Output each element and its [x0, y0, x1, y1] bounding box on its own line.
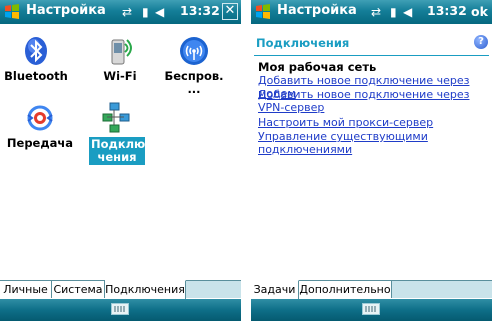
tab-connections[interactable]: Подключения: [105, 280, 186, 299]
clock[interactable]: 13:32: [180, 3, 220, 18]
window-title: Настройка: [26, 3, 106, 18]
help-icon[interactable]: ?: [474, 35, 488, 49]
clock[interactable]: 13:32: [427, 3, 467, 18]
icon-label-selected: Подклю- чения: [89, 137, 150, 165]
page-header: Подключения ?: [251, 30, 492, 54]
connectivity-icon[interactable]: ⇄: [371, 3, 381, 21]
wireless-item[interactable]: Беспров. ...: [159, 34, 229, 96]
tab-advanced[interactable]: Дополнительно: [299, 281, 392, 298]
windows-start-icon[interactable]: [254, 3, 273, 21]
wireless-icon: [180, 37, 208, 65]
add-vpn-connection-link[interactable]: Добавить новое подключение через VPN-сер…: [258, 88, 488, 114]
volume-icon[interactable]: ◀: [155, 3, 164, 21]
icon-label: Wi-Fi: [103, 69, 137, 83]
volume-icon[interactable]: ◀: [403, 3, 412, 21]
tab-personal[interactable]: Личные: [0, 281, 52, 298]
icon-label: Беспров. ...: [164, 69, 224, 96]
connections-screen: Настройка ⇄ ▮ ◀ 13:32 ok Подключения ? М…: [251, 0, 492, 321]
wifi-icon: [111, 39, 132, 65]
title-bar: Настройка ⇄ ▮ ◀ 13:32 ok: [251, 0, 492, 24]
menu-bar: [0, 299, 241, 321]
manage-connections-link[interactable]: Управление существующими подключениями: [258, 130, 488, 156]
tab-bar-filler: [186, 281, 241, 298]
tab-bar-filler: [392, 281, 492, 298]
icon-label: Bluetooth: [4, 69, 68, 83]
connectivity-icon[interactable]: ⇄: [122, 3, 132, 21]
header-divider: [254, 55, 489, 56]
connections-item[interactable]: Подклю- чения: [82, 101, 152, 165]
connections-icon: [102, 102, 130, 133]
setup-proxy-link[interactable]: Настроить мой прокси-сервер: [258, 116, 488, 129]
signal-strength-icon[interactable]: ▮: [142, 3, 149, 21]
menu-bar: [251, 299, 492, 321]
page-title: Подключения: [256, 36, 350, 50]
beam-item[interactable]: Передача: [5, 101, 75, 150]
close-button[interactable]: ✕: [222, 3, 238, 20]
wifi-item[interactable]: Wi-Fi: [85, 34, 155, 83]
bluetooth-item[interactable]: Bluetooth: [1, 34, 71, 83]
signal-strength-icon[interactable]: ▮: [390, 3, 397, 21]
network-heading: Моя рабочая сеть: [258, 60, 377, 74]
tab-bar: Задачи Дополнительно: [251, 280, 492, 299]
tab-tasks[interactable]: Задачи: [251, 280, 299, 299]
window-title: Настройка: [277, 3, 357, 18]
ok-button[interactable]: ok: [471, 3, 491, 21]
icon-label: Передача: [6, 136, 74, 150]
beam-icon: [27, 105, 53, 131]
windows-start-icon[interactable]: [3, 3, 22, 21]
settings-screen: Настройка ⇄ ▮ ◀ 13:32 ✕ Bluetooth Wi-Fi: [0, 0, 241, 321]
keyboard-icon[interactable]: [362, 303, 380, 315]
tab-system[interactable]: Система: [52, 281, 105, 298]
title-bar: Настройка ⇄ ▮ ◀ 13:32 ✕: [0, 0, 241, 24]
bluetooth-icon: [25, 37, 47, 65]
tab-bar: Личные Система Подключения: [0, 280, 241, 299]
keyboard-icon[interactable]: [111, 303, 129, 315]
divider: [241, 0, 251, 321]
